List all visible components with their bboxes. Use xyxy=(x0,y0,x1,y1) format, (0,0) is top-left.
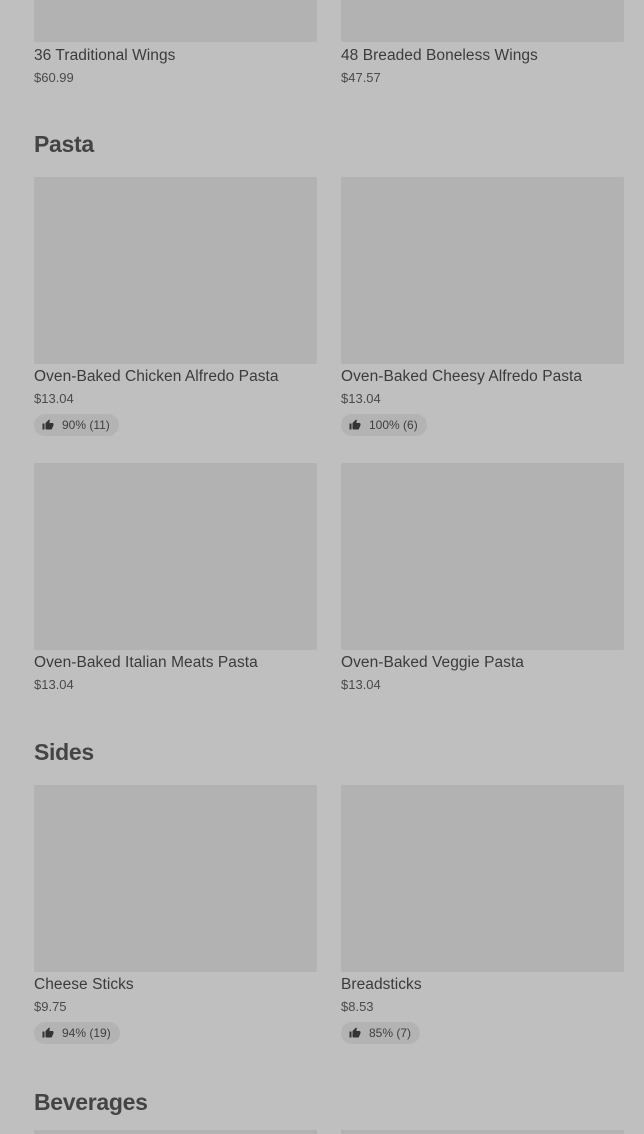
item-name: Oven-Baked Italian Meats Pasta xyxy=(34,654,258,671)
rating-text: 94% (19) xyxy=(62,1026,111,1040)
thumbs-up-icon xyxy=(349,419,361,430)
rating-text: 90% (11) xyxy=(62,418,110,432)
item-name: 48 Breaded Boneless Wings xyxy=(341,47,538,64)
menu-item-breadsticks[interactable]: Breadsticks $8.53 85% (7) xyxy=(341,785,625,1044)
item-image[interactable] xyxy=(34,1130,317,1134)
menu-item-36-traditional-wings[interactable]: 36 Traditional Wings $60.99 xyxy=(34,43,318,87)
item-image[interactable] xyxy=(341,0,624,42)
item-name: Breadsticks xyxy=(341,976,422,993)
item-price: $13.04 xyxy=(34,677,74,692)
item-name: Oven-Baked Chicken Alfredo Pasta xyxy=(34,368,279,385)
item-name: 36 Traditional Wings xyxy=(34,47,176,64)
menu-item-cheese-sticks[interactable]: Cheese Sticks $9.75 94% (19) xyxy=(34,785,318,1044)
item-price: $13.04 xyxy=(341,677,381,692)
rating-badge: 100% (6) xyxy=(341,414,427,436)
item-image[interactable] xyxy=(341,785,624,972)
item-image[interactable] xyxy=(341,463,624,650)
menu-item-veggie-pasta[interactable]: Oven-Baked Veggie Pasta $13.04 xyxy=(341,463,625,694)
menu-item-48-breaded-boneless-wings[interactable]: 48 Breaded Boneless Wings $47.57 xyxy=(341,43,625,87)
menu-item-chicken-alfredo-pasta[interactable]: Oven-Baked Chicken Alfredo Pasta $13.04 … xyxy=(34,177,318,436)
rating-badge: 94% (19) xyxy=(34,1022,120,1044)
item-image[interactable] xyxy=(34,177,317,364)
section-title-beverages: Beverages xyxy=(34,1089,148,1115)
thumbs-up-icon xyxy=(42,419,54,430)
item-price: $13.04 xyxy=(341,391,381,406)
rating-badge: 90% (11) xyxy=(34,414,119,436)
thumbs-up-icon xyxy=(42,1027,54,1038)
item-image[interactable] xyxy=(34,0,317,42)
item-price: $8.53 xyxy=(341,999,374,1014)
item-name: Oven-Baked Cheesy Alfredo Pasta xyxy=(341,368,583,385)
item-price: $47.57 xyxy=(341,70,381,85)
item-price: $60.99 xyxy=(34,70,74,85)
section-title-pasta: Pasta xyxy=(34,131,94,157)
rating-badge: 85% (7) xyxy=(341,1022,421,1044)
menu-item-cheesy-alfredo-pasta[interactable]: Oven-Baked Cheesy Alfredo Pasta $13.04 1… xyxy=(341,177,625,436)
item-name: Cheese Sticks xyxy=(34,976,134,993)
item-image[interactable] xyxy=(34,463,317,650)
menu-item-italian-meats-pasta[interactable]: Oven-Baked Italian Meats Pasta $13.04 xyxy=(34,463,318,694)
item-image[interactable] xyxy=(341,1130,624,1134)
item-price: $9.75 xyxy=(34,999,67,1014)
item-image[interactable] xyxy=(34,785,317,972)
section-title-sides: Sides xyxy=(34,739,94,765)
item-image[interactable] xyxy=(341,177,624,364)
rating-text: 85% (7) xyxy=(369,1026,412,1040)
rating-text: 100% (6) xyxy=(369,418,418,432)
item-name: Oven-Baked Veggie Pasta xyxy=(341,654,524,671)
item-price: $13.04 xyxy=(34,391,74,406)
thumbs-up-icon xyxy=(349,1027,361,1038)
